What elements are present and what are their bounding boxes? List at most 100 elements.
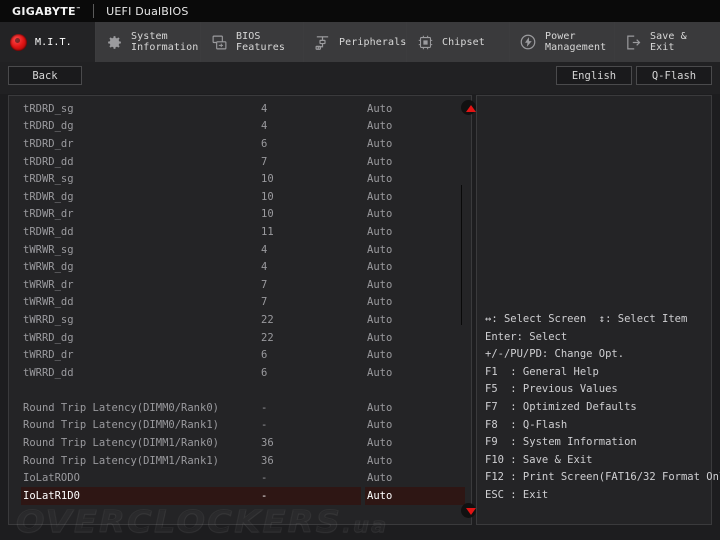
settings-row[interactable]: Round Trip Latency(DIMM1/Rank0) 36 Auto	[9, 434, 471, 452]
setting-name: tWRRD_dd	[23, 366, 74, 379]
sub-toolbar: Back English Q-Flash	[0, 62, 720, 94]
settings-row[interactable]: IoLatR1D0 - Auto	[9, 487, 471, 505]
scroll-down-arrow-icon[interactable]	[466, 508, 476, 515]
settings-row[interactable]: tRDWR_sg 10 Auto	[9, 170, 471, 188]
qflash-button[interactable]: Q-Flash	[636, 66, 712, 85]
tab-bios-features[interactable]: BIOS Features	[201, 22, 304, 62]
settings-row[interactable]: tRDRD_dd 7 Auto	[9, 153, 471, 171]
brand-subtitle: UEFI DualBIOS	[106, 4, 189, 18]
help-legend-line: ESC : Exit	[485, 488, 549, 501]
settings-row[interactable]: tRDWR_dr 10 Auto	[9, 206, 471, 224]
setting-option-value[interactable]: Auto	[367, 402, 392, 414]
settings-row[interactable]: tWRRD_dr 6 Auto	[9, 346, 471, 364]
network-plug-icon	[312, 32, 332, 52]
setting-option-value[interactable]: Auto	[367, 120, 392, 132]
scroll-up-arrow-icon[interactable]	[466, 105, 476, 112]
exit-door-icon	[623, 32, 643, 52]
settings-row[interactable]: IoLatRODO - Auto	[9, 469, 471, 487]
settings-row[interactable]: Round Trip Latency(DIMM0/Rank1) - Auto	[9, 417, 471, 435]
setting-option-value[interactable]: Auto	[367, 208, 392, 220]
tab-power-management[interactable]: Power Management	[510, 22, 615, 62]
setting-option-value[interactable]: Auto	[367, 472, 392, 484]
setting-current-value: 4	[261, 102, 268, 115]
back-button[interactable]: Back	[8, 66, 82, 85]
bios-setup-screen: GIGABYTE™ UEFI DualBIOS M.I.T. System In…	[0, 0, 720, 540]
setting-option-value[interactable]: Auto	[367, 138, 392, 150]
setting-option-value[interactable]: Auto	[367, 226, 392, 238]
setting-name: tRDWR_dr	[23, 208, 74, 221]
tab-peripherals-label: Peripherals	[339, 36, 407, 48]
tab-chipset-label: Chipset	[442, 36, 485, 48]
setting-name: tRDWR_dd	[23, 225, 74, 238]
setting-current-value: 7	[261, 296, 268, 309]
tab-system-information[interactable]: System Information	[96, 22, 201, 62]
setting-name: tRDRD_sg	[23, 102, 74, 115]
tab-save-and-exit-label: Save & Exit	[650, 31, 687, 53]
tab-save-and-exit[interactable]: Save & Exit	[615, 22, 720, 62]
setting-option-value[interactable]: Auto	[367, 349, 392, 361]
setting-current-value: 7	[261, 278, 268, 291]
setting-option-value[interactable]: Auto	[367, 173, 392, 185]
setting-option-value[interactable]: Auto	[367, 261, 392, 273]
settings-row[interactable]: tWRRD_dd 6 Auto	[9, 364, 471, 382]
setting-option-value[interactable]: Auto	[367, 279, 392, 291]
setting-name: Round Trip Latency(DIMM1/Rank0)	[23, 437, 219, 450]
setting-option-value[interactable]: Auto	[367, 244, 392, 256]
settings-row[interactable]: tRDRD_sg 4 Auto	[9, 100, 471, 118]
settings-row[interactable]: tRDWR_dg 10 Auto	[9, 188, 471, 206]
setting-name: tRDWR_sg	[23, 173, 74, 186]
settings-row[interactable]: tWRRD_sg 22 Auto	[9, 311, 471, 329]
setting-option-value[interactable]: Auto	[367, 455, 392, 467]
setting-name: tWRRD_dr	[23, 349, 74, 362]
setting-option-value[interactable]: Auto	[367, 191, 392, 203]
setting-current-value: 36	[261, 437, 274, 450]
setting-current-value: -	[261, 419, 268, 432]
setting-option-value[interactable]: Auto	[367, 314, 392, 326]
settings-row[interactable]: tWRWR_dr 7 Auto	[9, 276, 471, 294]
setting-current-value: 10	[261, 208, 274, 221]
language-button[interactable]: English	[556, 66, 632, 85]
settings-row[interactable]: tWRRD_dg 22 Auto	[9, 329, 471, 347]
setting-name: IoLatRODO	[23, 472, 80, 485]
setting-current-value: 6	[261, 366, 268, 379]
tab-bios-features-label: BIOS Features	[236, 31, 285, 53]
setting-option-value[interactable]: Auto	[367, 367, 392, 379]
setting-option-value[interactable]: Auto	[367, 490, 392, 502]
settings-row[interactable]: tWRWR_dd 7 Auto	[9, 294, 471, 312]
setting-current-value: 4	[261, 120, 268, 133]
settings-row[interactable]: tWRWR_dg 4 Auto	[9, 258, 471, 276]
setting-option-value[interactable]: Auto	[367, 419, 392, 431]
setting-current-value: 36	[261, 454, 274, 467]
settings-row[interactable]: Round Trip Latency(DIMM0/Rank0) - Auto	[9, 399, 471, 417]
setting-current-value: 7	[261, 155, 268, 168]
settings-row-spacer	[9, 382, 471, 400]
settings-row[interactable]: tRDWR_dd 11 Auto	[9, 223, 471, 241]
settings-row[interactable]: tRDRD_dg 4 Auto	[9, 118, 471, 136]
help-legend-line: F7 : Optimized Defaults	[485, 400, 637, 413]
help-key-legend: ↔: Select Screen ↕: Select Item Enter: Se…	[485, 311, 720, 505]
help-legend-line: F5 : Previous Values	[485, 383, 618, 396]
list-inner-divider	[461, 185, 462, 325]
help-legend-line: F1 : General Help	[485, 365, 599, 378]
tab-chipset[interactable]: Chipset	[407, 22, 510, 62]
setting-name: tWRWR_dd	[23, 296, 74, 309]
setting-option-value[interactable]: Auto	[367, 103, 392, 115]
setting-name: Round Trip Latency(DIMM1/Rank1)	[23, 454, 219, 467]
tab-peripherals[interactable]: Peripherals	[304, 22, 407, 62]
setting-name: tWRWR_dg	[23, 261, 74, 274]
setting-current-value: 11	[261, 225, 274, 238]
tab-mit[interactable]: M.I.T.	[0, 22, 96, 62]
setting-option-value[interactable]: Auto	[367, 332, 392, 344]
setting-name: Round Trip Latency(DIMM0/Rank0)	[23, 401, 219, 414]
setting-name: tWRWR_dr	[23, 278, 74, 291]
red-dot-icon	[8, 32, 28, 52]
settings-row[interactable]: tWRWR_sg 4 Auto	[9, 241, 471, 259]
settings-row[interactable]: Round Trip Latency(DIMM1/Rank1) 36 Auto	[9, 452, 471, 470]
gigabyte-logo: GIGABYTE™	[0, 5, 81, 18]
setting-option-value[interactable]: Auto	[367, 296, 392, 308]
setting-option-value[interactable]: Auto	[367, 437, 392, 449]
setting-current-value: -	[261, 401, 268, 414]
setting-name: tRDWR_dg	[23, 190, 74, 203]
setting-option-value[interactable]: Auto	[367, 156, 392, 168]
settings-row[interactable]: tRDRD_dr 6 Auto	[9, 135, 471, 153]
